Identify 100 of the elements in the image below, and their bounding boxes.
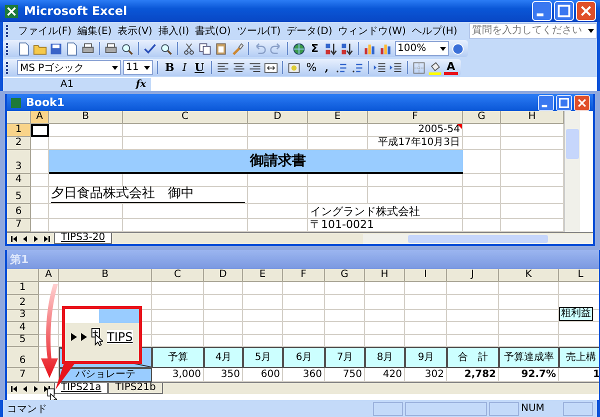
sort-icon[interactable] <box>340 42 354 56</box>
menu-item[interactable]: ファイル(F) <box>15 24 75 38</box>
sheet-tab[interactable]: TIPS21b <box>108 383 163 394</box>
maximize-button[interactable] <box>554 1 574 21</box>
minimize-button[interactable] <box>538 94 554 110</box>
column-header[interactable]: I <box>405 269 447 282</box>
vertical-scrollbar[interactable] <box>564 111 580 232</box>
copy-icon[interactable] <box>198 42 212 56</box>
indent-icon[interactable] <box>372 60 387 74</box>
maximize-button[interactable] <box>556 94 572 110</box>
merge-icon[interactable] <box>264 60 278 74</box>
column-header[interactable]: G <box>463 111 501 124</box>
first-sheet-button[interactable] <box>9 384 19 392</box>
brush-icon[interactable] <box>230 42 244 56</box>
active-cell[interactable] <box>31 124 49 137</box>
row-header[interactable]: 1 <box>7 282 39 295</box>
insert-function-button[interactable]: fx <box>131 78 151 90</box>
font-size-dropdown[interactable]: 11 <box>123 60 153 75</box>
checkmark-icon[interactable] <box>143 42 157 56</box>
row-header[interactable]: 6 <box>7 204 31 219</box>
menu-item[interactable]: ウィンドウ(W) <box>335 24 409 38</box>
column-header[interactable]: A <box>39 269 59 282</box>
globe-icon[interactable] <box>292 42 306 56</box>
row-header[interactable]: 4 <box>7 322 39 335</box>
document-icon[interactable] <box>65 42 79 56</box>
document-icon[interactable] <box>17 42 31 56</box>
sheet-tab[interactable]: TIPS3-20 <box>54 233 112 244</box>
magnifier-icon[interactable] <box>120 42 134 56</box>
zoom-dropdown[interactable]: 100% <box>394 41 449 56</box>
column-header[interactable]: E <box>308 111 368 124</box>
currency-icon[interactable] <box>287 60 302 74</box>
menu-item[interactable]: ツール(T) <box>234 24 284 38</box>
column-header[interactable]: K <box>499 269 559 282</box>
minimize-button[interactable] <box>532 1 552 21</box>
table-cell: 粗利益 <box>559 310 599 322</box>
borders-icon[interactable] <box>412 60 426 74</box>
column-header[interactable]: B <box>59 269 152 282</box>
align-right-icon[interactable] <box>248 60 262 74</box>
caret-icon <box>142 66 152 70</box>
align-center-icon[interactable] <box>232 60 246 74</box>
menu-item[interactable]: ヘルプ(H) <box>408 24 460 38</box>
bold-button[interactable]: B <box>162 60 178 74</box>
percent-button[interactable]: % <box>303 60 320 74</box>
row-header[interactable]: 7 <box>7 368 39 382</box>
row-header[interactable]: 4 <box>7 174 31 187</box>
help-search-field[interactable]: 質問を入力してください <box>469 22 597 38</box>
row-header[interactable]: 2 <box>7 295 39 310</box>
menu-item[interactable]: データ(D) <box>284 24 336 38</box>
column-header[interactable]: J <box>447 269 499 282</box>
font-dropdown[interactable]: MS Pゴシック <box>17 60 121 75</box>
row-header[interactable]: 7 <box>7 219 31 232</box>
table-cell <box>447 322 499 335</box>
clipboard-icon[interactable] <box>214 42 228 56</box>
column-header[interactable]: C <box>123 111 248 124</box>
menu-item[interactable]: 書式(O) <box>192 24 234 38</box>
printer-icon[interactable] <box>81 42 95 56</box>
bucket-icon[interactable] <box>428 60 442 74</box>
italic-button[interactable]: I <box>179 60 190 74</box>
close-button[interactable] <box>576 1 596 21</box>
column-header[interactable]: D <box>204 269 243 282</box>
autosum-button[interactable]: Σ <box>308 42 322 56</box>
last-sheet-button[interactable] <box>42 234 52 242</box>
scissors-icon[interactable] <box>182 42 196 56</box>
table-cell: 4月 <box>204 347 243 368</box>
row-header[interactable]: 1 <box>7 124 31 137</box>
column-header[interactable]: F <box>368 111 463 124</box>
column-header[interactable]: H <box>501 111 564 124</box>
column-header[interactable]: L <box>559 269 599 282</box>
menu-item[interactable]: 編集(E) <box>74 24 115 38</box>
column-header[interactable]: D <box>248 111 308 124</box>
row-header[interactable]: 3 <box>7 310 39 322</box>
menu-item[interactable]: 表示(V) <box>114 24 156 38</box>
column-header[interactable]: E <box>243 269 283 282</box>
indent-icon[interactable] <box>388 60 403 74</box>
close-button[interactable] <box>574 94 590 110</box>
row-header[interactable]: 3 <box>7 150 31 174</box>
align-left-icon[interactable] <box>216 60 230 74</box>
column-header[interactable]: B <box>49 111 123 124</box>
row-header[interactable]: 5 <box>7 335 39 347</box>
row-header[interactable]: 5 <box>7 187 31 204</box>
chart-icon[interactable] <box>378 42 393 56</box>
name-box[interactable]: A1 <box>3 78 131 90</box>
printer-icon[interactable] <box>104 42 118 56</box>
horizontal-scrollbar[interactable] <box>363 234 593 244</box>
row-header[interactable]: 6 <box>7 347 39 368</box>
first-sheet-button[interactable] <box>9 234 19 242</box>
column-header[interactable]: A <box>31 111 49 124</box>
row-header[interactable]: 2 <box>7 137 31 150</box>
comma-button[interactable]: , <box>322 60 332 74</box>
chart-icon[interactable] <box>362 42 377 56</box>
column-header[interactable]: C <box>152 269 204 282</box>
column-header[interactable]: G <box>325 269 365 282</box>
column-header[interactable]: F <box>283 269 325 282</box>
magnifier-icon[interactable] <box>159 42 173 56</box>
underline-button[interactable]: U <box>192 60 208 74</box>
sheet-tab[interactable]: TIPS21a <box>54 383 108 394</box>
table-cell <box>499 282 559 295</box>
column-header[interactable]: H <box>365 269 405 282</box>
menu-item[interactable]: 挿入(I) <box>155 24 192 38</box>
sort-icon[interactable] <box>324 42 338 56</box>
